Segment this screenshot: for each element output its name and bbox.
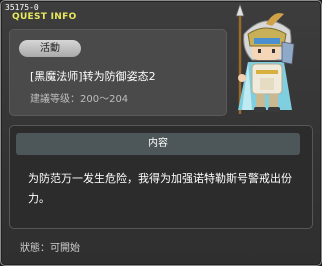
status-value: 可開始 — [50, 243, 80, 254]
quest-category-badge: 活動 — [19, 40, 81, 57]
quest-status: 狀態：可開始 — [20, 239, 80, 254]
recommended-level-range: 200～204 — [80, 94, 129, 105]
status-label: 狀態 — [20, 243, 40, 254]
content-section-header: 内容 — [16, 133, 300, 155]
recommended-level: 建議等级：200～204 — [30, 90, 128, 105]
quest-description: 为防范万一发生危险，我得为加强诺特勒斯号警戒出份力。 — [28, 172, 292, 205]
quest-id: 35175-0 — [5, 3, 39, 12]
window-title: QUEST INFO — [12, 12, 77, 22]
recommended-level-label: 建議等级 — [30, 94, 70, 105]
npc-knight-icon — [235, 4, 295, 114]
status-sep: ： — [40, 243, 50, 254]
quest-name: [黑魔法师]转为防御姿态2 — [30, 70, 156, 83]
recommended-level-sep: ： — [70, 94, 80, 105]
